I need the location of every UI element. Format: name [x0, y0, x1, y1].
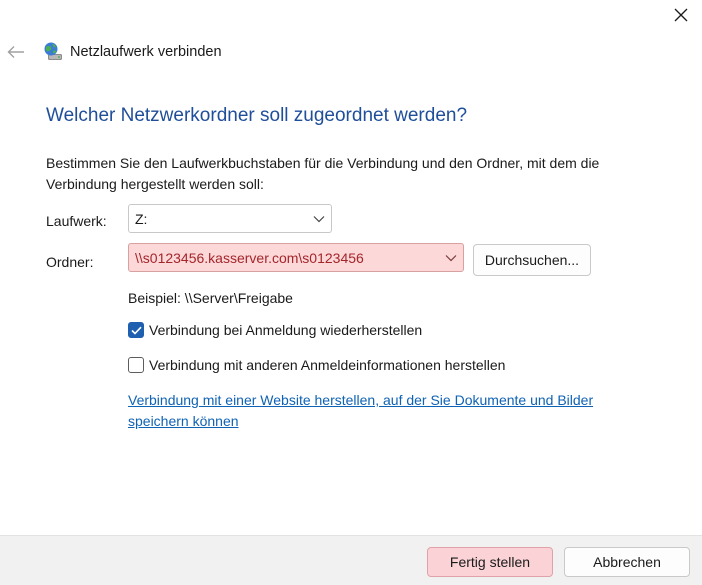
credentials-option[interactable]: Verbindung mit anderen Anmeldeinformatio…: [128, 357, 505, 373]
instructions-text: Bestimmen Sie den Laufwerkbuchstaben für…: [46, 155, 600, 192]
back-button[interactable]: [4, 40, 28, 64]
credentials-label: Verbindung mit anderen Anmeldeinformatio…: [149, 357, 506, 373]
checkmark-icon: [130, 326, 142, 335]
reconnect-option[interactable]: Verbindung bei Anmeldung wiederherstelle…: [128, 322, 422, 338]
drive-label: Laufwerk:: [46, 213, 107, 229]
window-title: Netzlaufwerk verbinden: [70, 44, 222, 60]
website-connect-link[interactable]: Verbindung mit einer Website herstellen,…: [128, 390, 648, 432]
page-heading: Welcher Netzwerkordner soll zugeordnet w…: [46, 105, 468, 126]
cancel-button[interactable]: Abbrechen: [564, 547, 690, 577]
browse-button[interactable]: Durchsuchen...: [473, 244, 591, 276]
network-drive-icon: [43, 41, 65, 63]
folder-input-value: \\s0123456.kasserver.com\s0123456: [135, 249, 364, 266]
arrow-left-icon: [7, 46, 24, 58]
reconnect-checkbox[interactable]: [128, 322, 144, 338]
drive-select[interactable]: Z:: [128, 204, 332, 233]
chevron-down-icon[interactable]: [439, 244, 463, 271]
chevron-down-icon: [307, 205, 331, 232]
folder-label: Ordner:: [46, 254, 94, 270]
finish-button[interactable]: Fertig stellen: [427, 547, 553, 577]
example-text: Beispiel: \\Server\Freigabe: [128, 290, 293, 306]
folder-input[interactable]: \\s0123456.kasserver.com\s0123456: [128, 243, 464, 272]
close-icon: [674, 8, 688, 22]
close-button[interactable]: [660, 0, 702, 30]
drive-select-value: Z:: [135, 210, 148, 227]
credentials-checkbox[interactable]: [128, 357, 144, 373]
reconnect-label: Verbindung bei Anmeldung wiederherstelle…: [149, 322, 423, 338]
